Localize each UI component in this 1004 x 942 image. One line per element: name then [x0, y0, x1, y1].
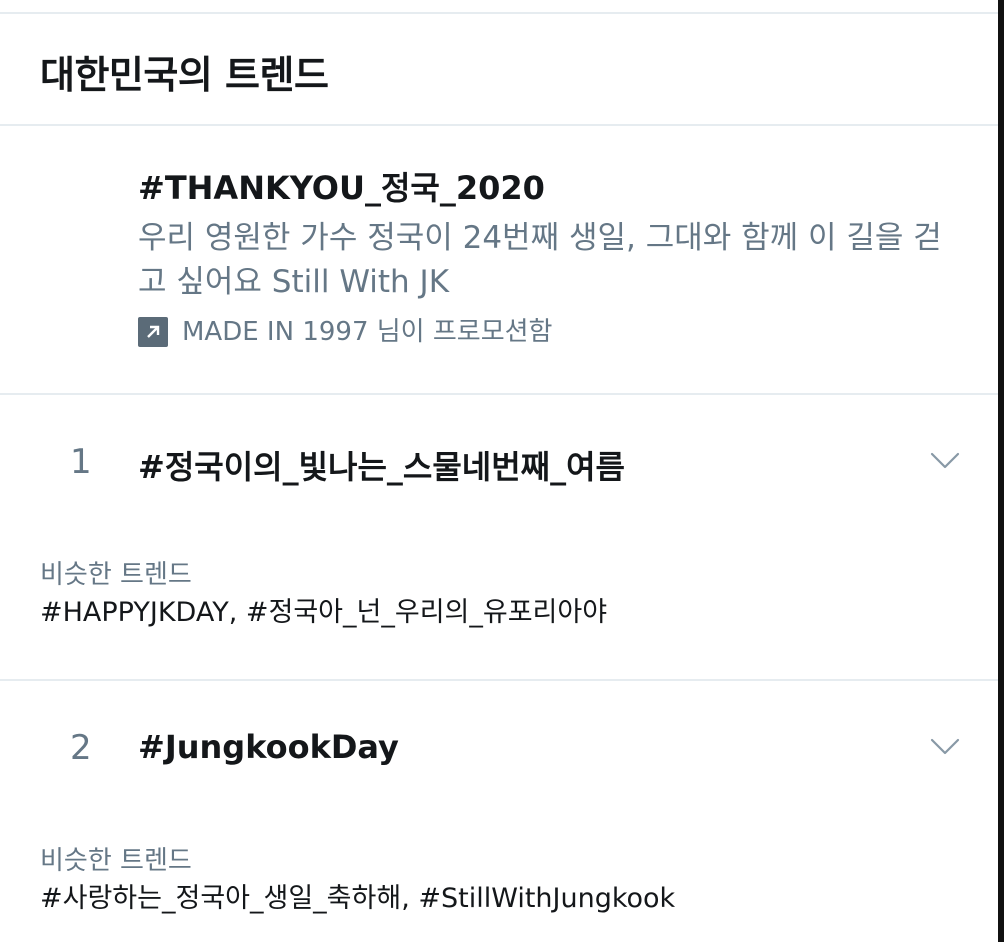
header-divider	[0, 124, 998, 126]
page-title: 대한민국의 트렌드	[40, 53, 329, 97]
similar-trends-values[interactable]: #사랑하는_정국아_생일_축하해, #StillWithJungkook	[40, 876, 675, 915]
trends-panel: 대한민국의 트렌드 #THANKYOU_정국_2020 우리 영원한 가수 정국…	[0, 0, 1004, 942]
similar-trends-values[interactable]: #HAPPYJKDAY, #정국아_넌_우리의_유포리아야	[40, 590, 607, 629]
chevron-down-icon[interactable]	[928, 734, 962, 758]
trend-item-2[interactable]: 2 #JungkookDay	[0, 714, 998, 794]
promoted-trend[interactable]: #THANKYOU_정국_2020 우리 영원한 가수 정국이 24번째 생일,…	[138, 168, 968, 348]
promoted-by-label: MADE IN 1997 님이 프로모션함	[182, 317, 553, 347]
trend-rank: 2	[70, 728, 92, 768]
top-divider	[0, 12, 998, 14]
chevron-down-icon[interactable]	[928, 448, 962, 472]
trend-name[interactable]: #JungkookDay	[138, 728, 399, 766]
similar-trends-label: 비슷한 트렌드	[40, 846, 192, 876]
promoted-trend-description: 우리 영원한 가수 정국이 24번째 생일, 그대와 함께 이 길을 걷고 싶어…	[138, 220, 942, 300]
promoted-arrow-icon	[138, 317, 168, 347]
promoted-divider	[0, 393, 998, 395]
similar-trends-label: 비슷한 트렌드	[40, 560, 192, 590]
promoted-by-line: MADE IN 1997 님이 프로모션함	[138, 316, 968, 348]
promoted-trend-title[interactable]: #THANKYOU_정국_2020	[138, 168, 968, 208]
trend-divider	[0, 679, 998, 681]
trend-name[interactable]: #정국이의_빛나는_스물네번째_여름	[138, 442, 625, 488]
trend-rank: 1	[70, 442, 92, 482]
trend-item-1[interactable]: 1 #정국이의_빛나는_스물네번째_여름	[0, 428, 998, 508]
